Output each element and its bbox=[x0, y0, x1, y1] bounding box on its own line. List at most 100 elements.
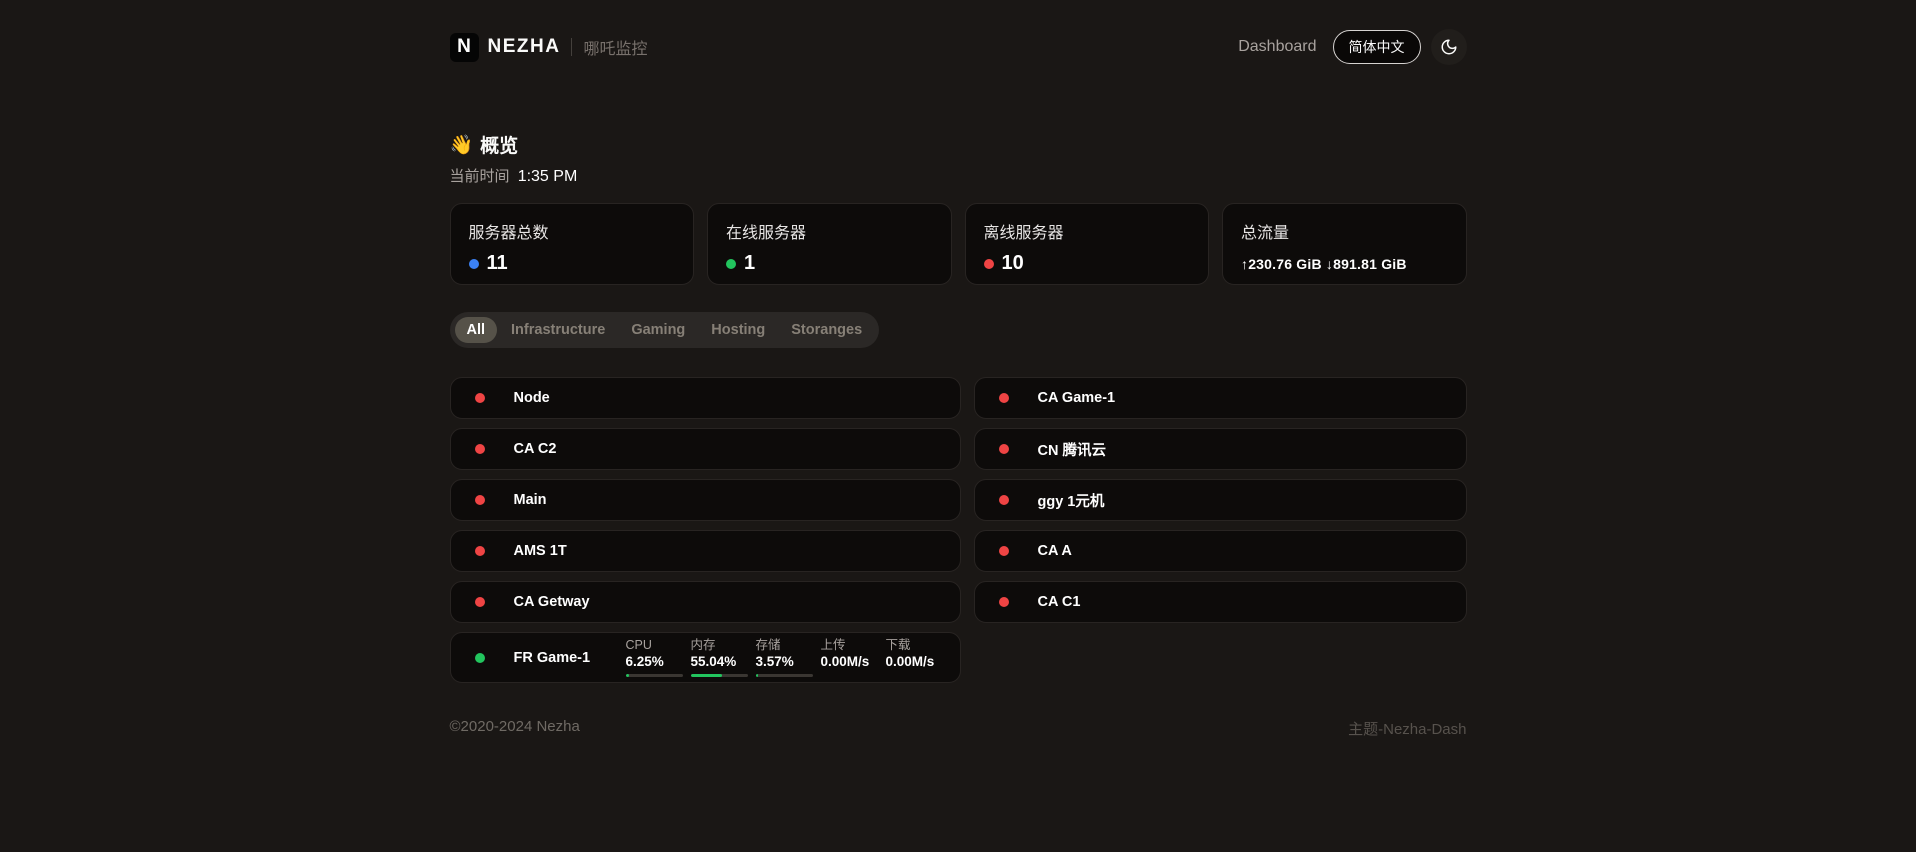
progress-bar-fill bbox=[626, 674, 630, 677]
server-row[interactable]: CA Getway bbox=[450, 581, 961, 623]
progress-bar bbox=[626, 674, 683, 677]
server-name: AMS 1T bbox=[514, 543, 626, 559]
server-stat-label: CPU bbox=[626, 638, 684, 653]
status-dot bbox=[469, 259, 479, 269]
footer: ©2020-2024 Nezha 主题-Nezha-Dash bbox=[450, 718, 1467, 739]
status-dot bbox=[475, 653, 485, 663]
copyright-text: ©2020-2024 Nezha bbox=[450, 718, 580, 739]
main-content: 👋 概览 当前时间 1:35 PM 服务器总数 11 在线服务器 1 离线服务器… bbox=[450, 131, 1467, 683]
status-dot bbox=[475, 393, 485, 403]
status-dot bbox=[726, 259, 736, 269]
server-row[interactable]: CA C2 bbox=[450, 428, 961, 470]
server-stat-value: 3.57% bbox=[756, 654, 814, 670]
server-row[interactable]: Main bbox=[450, 479, 961, 521]
status-dot bbox=[475, 444, 485, 454]
server-name: CA A bbox=[1038, 543, 1150, 559]
tab-hosting[interactable]: Hosting bbox=[699, 317, 777, 343]
nezha-logo-icon: N bbox=[450, 33, 479, 62]
server-stat-label: 内存 bbox=[691, 638, 749, 653]
status-dot bbox=[999, 495, 1009, 505]
stat-card: 总流量 ↑230.76 GiB ↓891.81 GiB bbox=[1222, 203, 1467, 285]
server-stat-内存: 内存55.04% bbox=[691, 638, 749, 676]
server-name: CN 腾讯云 bbox=[1038, 439, 1150, 460]
tab-all[interactable]: All bbox=[455, 317, 498, 343]
tab-infrastructure[interactable]: Infrastructure bbox=[499, 317, 617, 343]
status-dot bbox=[475, 546, 485, 556]
page-title: 👋 概览 bbox=[450, 131, 1467, 158]
nav-dashboard-link[interactable]: Dashboard bbox=[1238, 38, 1316, 56]
stat-card-value: 1 bbox=[744, 252, 755, 275]
theme-toggle-button[interactable] bbox=[1431, 29, 1467, 65]
server-stat-value: 0.00M/s bbox=[821, 654, 879, 670]
status-dot bbox=[475, 597, 485, 607]
stat-card-value-row: 10 bbox=[984, 252, 1191, 275]
stat-card: 离线服务器 10 bbox=[965, 203, 1210, 285]
server-name: ggy 1元机 bbox=[1038, 490, 1150, 511]
server-stat-value: 0.00M/s bbox=[886, 654, 944, 670]
stat-card-value: 10 bbox=[1002, 252, 1024, 275]
server-name: CA C2 bbox=[514, 441, 626, 457]
stat-card-title: 离线服务器 bbox=[984, 219, 1191, 243]
progress-bar bbox=[691, 674, 748, 677]
server-row[interactable]: CA C1 bbox=[974, 581, 1467, 623]
stat-card: 服务器总数 11 bbox=[450, 203, 695, 285]
server-name: CA C1 bbox=[1038, 594, 1150, 610]
brand-name: NEZHA bbox=[488, 36, 561, 58]
server-stat-上传: 上传0.00M/s bbox=[821, 638, 879, 670]
server-name: CA Game-1 bbox=[1038, 390, 1150, 406]
progress-bar-fill bbox=[756, 674, 758, 677]
server-row[interactable]: FR Game-1 CPU6.25%内存55.04%存储3.57%上传0.00M… bbox=[450, 632, 961, 683]
page: N NEZHA 哪吒监控 Dashboard 简体中文 👋 概览 当前时间 1: bbox=[450, 0, 1467, 739]
status-dot bbox=[984, 259, 994, 269]
moon-icon bbox=[1440, 38, 1458, 56]
current-time: 当前时间 1:35 PM bbox=[450, 165, 1467, 186]
server-name: FR Game-1 bbox=[514, 650, 626, 666]
stat-card-title: 在线服务器 bbox=[726, 219, 933, 243]
status-dot bbox=[999, 393, 1009, 403]
current-time-value: 1:35 PM bbox=[518, 168, 578, 185]
stat-card-title: 总流量 bbox=[1241, 219, 1448, 243]
server-stat-存储: 存储3.57% bbox=[756, 638, 814, 676]
brand-divider bbox=[571, 38, 572, 56]
header-controls: Dashboard 简体中文 bbox=[1238, 29, 1466, 65]
server-name: Node bbox=[514, 390, 626, 406]
brand: N NEZHA 哪吒监控 bbox=[450, 33, 648, 62]
server-stat-label: 上传 bbox=[821, 638, 879, 653]
stat-card-value-row: 1 bbox=[726, 252, 933, 275]
stat-cards: 服务器总数 11 在线服务器 1 离线服务器 10 总流量 ↑230.76 Gi… bbox=[450, 203, 1467, 285]
server-stat-label: 下载 bbox=[886, 638, 944, 653]
theme-credit-text: 主题-Nezha-Dash bbox=[1348, 718, 1466, 739]
status-dot bbox=[999, 597, 1009, 607]
server-stat-value: 55.04% bbox=[691, 654, 749, 670]
server-grid: Node CA Game-1 CA C2 CN 腾讯云 Main ggy 1元机… bbox=[450, 377, 1467, 683]
server-row[interactable]: CN 腾讯云 bbox=[974, 428, 1467, 470]
tab-storanges[interactable]: Storanges bbox=[779, 317, 874, 343]
server-row[interactable]: CA Game-1 bbox=[974, 377, 1467, 419]
header: N NEZHA 哪吒监控 Dashboard 简体中文 bbox=[450, 0, 1467, 67]
page-title-text: 概览 bbox=[480, 131, 518, 158]
brand-subtitle: 哪吒监控 bbox=[583, 35, 647, 59]
stat-card: 在线服务器 1 bbox=[707, 203, 952, 285]
stat-card-value-row: 11 bbox=[469, 252, 676, 275]
server-row[interactable]: Node bbox=[450, 377, 961, 419]
stat-card-traffic-value: ↑230.76 GiB ↓891.81 GiB bbox=[1241, 256, 1448, 272]
server-stat-cpu: CPU6.25% bbox=[626, 638, 684, 676]
wave-emoji-icon: 👋 bbox=[450, 133, 474, 157]
progress-bar bbox=[756, 674, 813, 677]
server-row[interactable]: AMS 1T bbox=[450, 530, 961, 572]
server-stat-下载: 下载0.00M/s bbox=[886, 638, 944, 670]
server-row[interactable]: ggy 1元机 bbox=[974, 479, 1467, 521]
group-tabs: AllInfrastructureGamingHostingStoranges bbox=[450, 312, 880, 348]
server-name: CA Getway bbox=[514, 594, 626, 610]
server-name: Main bbox=[514, 492, 626, 508]
server-row[interactable]: CA A bbox=[974, 530, 1467, 572]
server-stat-value: 6.25% bbox=[626, 654, 684, 670]
status-dot bbox=[999, 444, 1009, 454]
language-button[interactable]: 简体中文 bbox=[1333, 30, 1421, 64]
tab-gaming[interactable]: Gaming bbox=[619, 317, 697, 343]
server-stats: CPU6.25%内存55.04%存储3.57%上传0.00M/s下载0.00M/… bbox=[626, 638, 944, 676]
stat-card-value: 11 bbox=[487, 252, 508, 275]
current-time-label: 当前时间 bbox=[450, 168, 510, 185]
server-stat-label: 存储 bbox=[756, 638, 814, 653]
stat-card-title: 服务器总数 bbox=[469, 219, 676, 243]
